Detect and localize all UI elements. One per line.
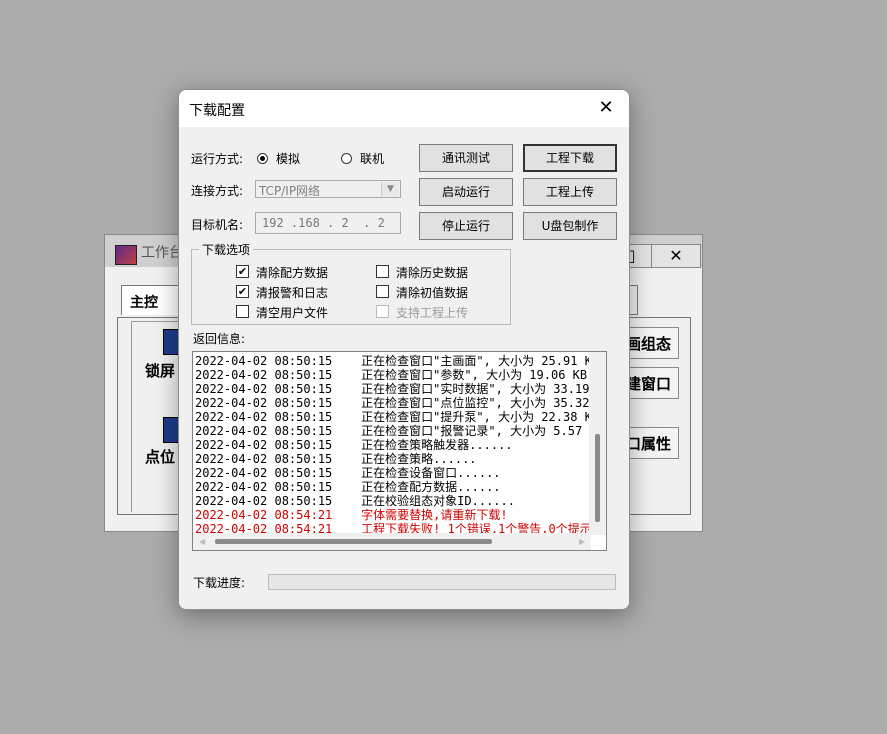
log-line: 2022-04-02 08:50:15 正在检查窗口"报警记录", 大小为 5.… <box>195 424 583 438</box>
checkbox-clear-history[interactable] <box>376 265 389 278</box>
target-name-label: 目标机名: <box>191 218 244 232</box>
radio-simulate[interactable] <box>257 153 268 164</box>
horizontal-scroll-thumb[interactable] <box>215 539 492 544</box>
project-upload-button[interactable]: 工程上传 <box>523 178 617 206</box>
tab-label: 主控 <box>130 295 158 311</box>
usb-package-button[interactable]: U盘包制作 <box>523 212 617 240</box>
checkbox-clear-recipe[interactable]: ✔ <box>236 265 249 278</box>
checkbox-support-upload-label: 支持工程上传 <box>396 306 469 320</box>
return-info-label: 返回信息: <box>193 332 246 346</box>
vertical-scroll-thumb[interactable] <box>595 434 600 522</box>
background-window-title: 工作台 <box>141 245 183 261</box>
tab-main-control[interactable]: 主控 <box>121 285 181 315</box>
connect-mode-label: 连接方式: <box>191 184 244 198</box>
item-label-lock: 锁屏 <box>145 362 176 380</box>
checkbox-clear-alarm-log-label: 清报警和日志 <box>256 286 329 300</box>
checkbox-support-upload <box>376 305 389 318</box>
connect-mode-value: TCP/IP网络 <box>259 184 321 198</box>
comm-test-button[interactable]: 通讯测试 <box>419 144 513 172</box>
log-horizontal-scrollbar[interactable]: ◀ ▶ <box>193 533 591 550</box>
radio-online-label: 联机 <box>360 152 385 166</box>
start-run-button[interactable]: 启动运行 <box>419 178 513 206</box>
log-line: 2022-04-02 08:50:15 正在检查窗口"参数", 大小为 19.0… <box>195 368 588 382</box>
log-line: 2022-04-02 08:50:15 正在检查窗口"主画面", 大小为 25.… <box>195 354 592 368</box>
scroll-right-icon[interactable]: ▶ <box>579 537 585 546</box>
checkbox-clear-user-files[interactable] <box>236 305 249 318</box>
checkbox-clear-user-files-label: 清空用户文件 <box>256 306 329 320</box>
log-line: 2022-04-02 08:50:15 正在检查策略...... <box>195 452 477 466</box>
download-options-title: 下载选项 <box>199 241 254 258</box>
app-icon <box>115 245 137 265</box>
connect-mode-select[interactable]: TCP/IP网络 ▼ <box>255 180 401 198</box>
checkbox-clear-recipe-label: 清除配方数据 <box>256 266 329 280</box>
close-icon[interactable]: ✕ <box>595 97 617 119</box>
stop-run-button[interactable]: 停止运行 <box>419 212 513 240</box>
return-info-log[interactable]: 2022-04-02 08:50:15 正在检查窗口"主画面", 大小为 25.… <box>192 351 607 551</box>
close-icon[interactable]: ✕ <box>651 244 701 268</box>
log-line: 2022-04-02 08:50:15 正在校验组态对象ID...... <box>195 494 515 508</box>
log-line: 2022-04-02 08:50:15 正在检查策略触发器...... <box>195 438 513 452</box>
log-line: 2022-04-02 08:50:15 正在检查设备窗口...... <box>195 466 501 480</box>
checkbox-clear-history-label: 清除历史数据 <box>396 266 469 280</box>
download-progress-label: 下载进度: <box>193 576 246 590</box>
log-line: 2022-04-02 08:50:15 正在检查窗口"提升泵", 大小为 22.… <box>195 410 592 424</box>
checkbox-clear-alarm-log[interactable]: ✔ <box>236 285 249 298</box>
checkbox-clear-initial-label: 清除初值数据 <box>396 286 469 300</box>
log-line-error: 2022-04-02 08:54:21 字体需要替换,请重新下载! <box>195 508 508 522</box>
log-line: 2022-04-02 08:50:15 正在检查窗口"实时数据", 大小为 33… <box>195 382 590 396</box>
radio-simulate-label: 模拟 <box>276 152 301 166</box>
dialog-title: 下载配置 <box>189 103 245 119</box>
radio-online[interactable] <box>341 153 352 164</box>
target-ip-field[interactable]: 192 .168 . 2 . 2 <box>255 212 401 234</box>
project-download-button[interactable]: 工程下载 <box>523 144 617 172</box>
chevron-down-icon[interactable]: ▼ <box>381 182 399 196</box>
download-config-dialog[interactable]: 下载配置 ✕ 运行方式: 模拟 联机 连接方式: TCP/IP网络 ▼ 目标机名… <box>178 89 630 610</box>
item-label-point: 点位 <box>145 448 176 466</box>
checkbox-clear-initial[interactable] <box>376 285 389 298</box>
dialog-titlebar <box>179 90 629 127</box>
log-line: 2022-04-02 08:50:15 正在检查配方数据...... <box>195 480 501 494</box>
log-line: 2022-04-02 08:50:15 正在检查窗口"点位监控", 大小为 35… <box>195 396 590 410</box>
run-mode-label: 运行方式: <box>191 152 244 166</box>
scroll-left-icon[interactable]: ◀ <box>199 537 205 546</box>
log-vertical-scrollbar[interactable] <box>589 352 606 535</box>
download-progress-bar <box>268 574 616 590</box>
